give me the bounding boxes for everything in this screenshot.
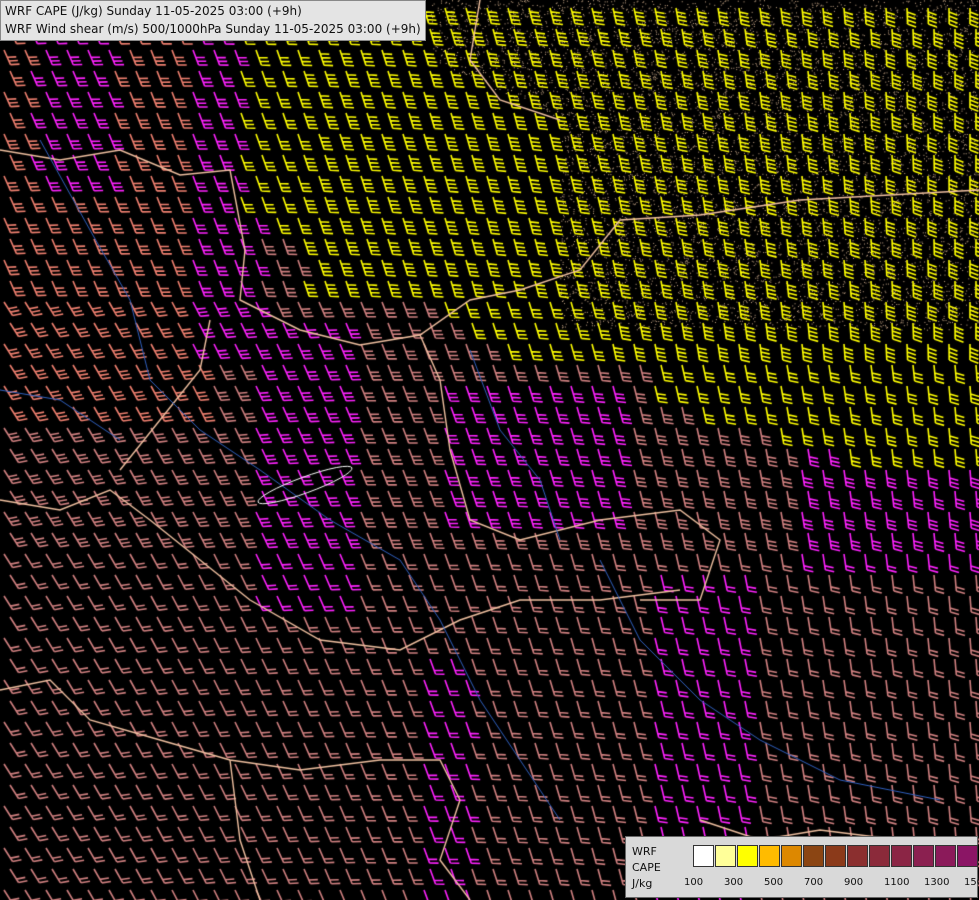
legend-swatch (869, 845, 890, 867)
cape-legend: WRF CAPE J/kg 100 300 500 700 900 1100 1300 150… (625, 836, 979, 898)
legend-tick: 900 (844, 877, 864, 888)
legend-tick: 1300 (924, 877, 950, 888)
legend-unit-label: J/kg (632, 877, 653, 890)
legend-swatch (737, 845, 758, 867)
cape-title: WRF CAPE (J/kg) Sunday 11-05-2025 03:00 … (5, 4, 302, 18)
legend-swatch (803, 845, 824, 867)
legend-swatch (825, 845, 846, 867)
legend-swatch (935, 845, 956, 867)
legend-tick: 300 (724, 877, 744, 888)
weather-map (0, 0, 979, 900)
wind-shear-title: WRF Wind shear (m/s) 500/1000hPa Sunday … (5, 22, 421, 36)
legend-tick: 1100 (884, 877, 910, 888)
legend-tick: 500 (764, 877, 784, 888)
legend-field-label: CAPE (632, 861, 661, 874)
legend-swatch (913, 845, 934, 867)
legend-swatch (715, 845, 736, 867)
map-title-box: WRF CAPE (J/kg) Sunday 11-05-2025 03:00 … (0, 0, 426, 41)
legend-swatch (891, 845, 912, 867)
legend-tick: 1500 (964, 877, 979, 888)
legend-swatch (781, 845, 802, 867)
legend-swatch (759, 845, 780, 867)
legend-color-scale (693, 845, 979, 867)
legend-tick: 700 (804, 877, 824, 888)
legend-swatch (957, 845, 978, 867)
legend-model-label: WRF (632, 845, 657, 858)
legend-swatch (693, 845, 714, 867)
legend-swatch (847, 845, 868, 867)
legend-tick: 100 (684, 877, 704, 888)
